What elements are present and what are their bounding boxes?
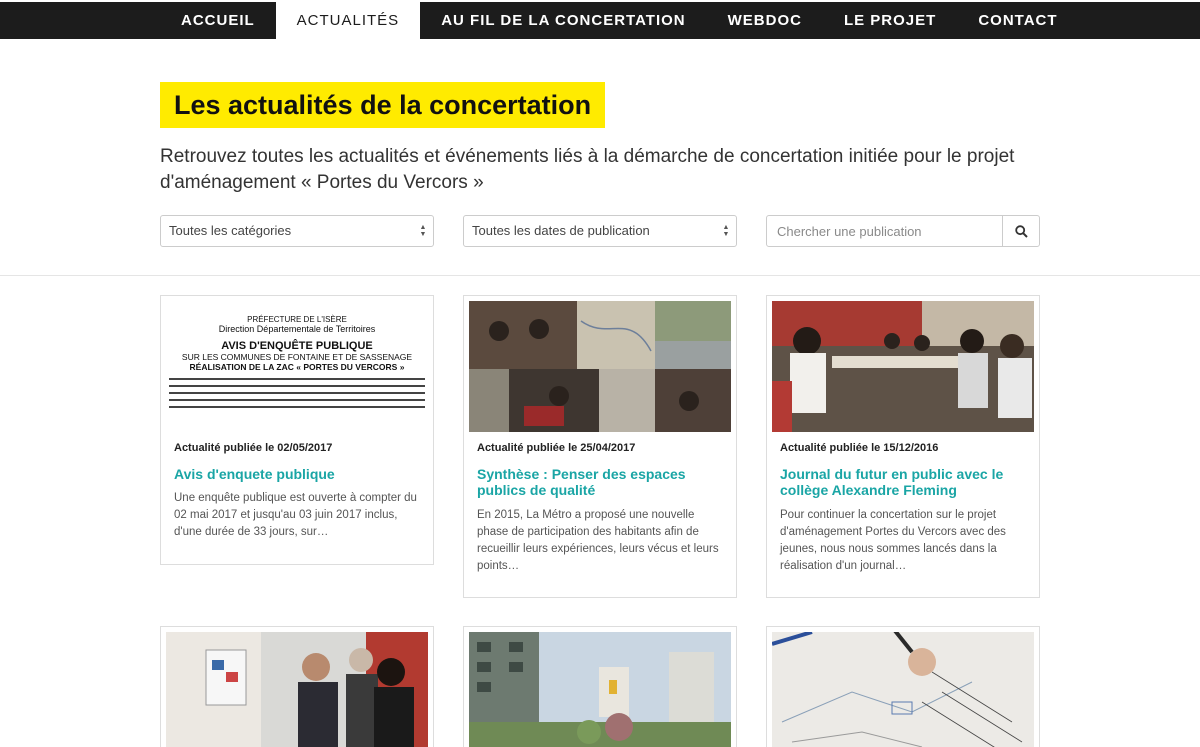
main-nav: ACCUEIL ACTUALITÉS AU FIL DE LA CONCERTA…	[0, 0, 1200, 39]
news-card[interactable]: PRÉFECTURE DE L'ISÈRE Direction Départem…	[160, 295, 434, 565]
notice-line: RÉALISATION DE LA ZAC « PORTES DU VERCOR…	[189, 362, 405, 372]
nav-item-actualites[interactable]: ACTUALITÉS	[275, 2, 421, 39]
news-card[interactable]: Actualité publiée le 15/12/2016 Journal …	[766, 295, 1040, 598]
nav-item-contact[interactable]: CONTACT	[957, 2, 1078, 39]
nav-item-au-fil-de-la-concertation[interactable]: AU FIL DE LA CONCERTATION	[420, 2, 706, 39]
news-card[interactable]	[463, 626, 737, 747]
card-image-buildings[interactable]	[469, 632, 731, 747]
photo-collage	[469, 301, 731, 432]
photo-classroom	[772, 301, 1034, 432]
notice-line: AVIS D'ENQUÊTE PUBLIQUE	[221, 340, 373, 352]
search-form	[766, 215, 1040, 247]
notice-fine-print	[169, 378, 425, 408]
news-card[interactable]	[766, 626, 1040, 747]
date-select[interactable]: Toutes les dates de publication ▲ ▼	[463, 215, 737, 247]
card-date: Actualité publiée le 25/04/2017	[477, 442, 636, 454]
news-card[interactable]	[160, 626, 434, 747]
card-date: Actualité publiée le 15/12/2016	[780, 442, 939, 454]
date-select-value: Toutes les dates de publication	[472, 223, 650, 238]
card-title-link[interactable]: Synthèse : Penser des espaces publics de…	[477, 466, 727, 498]
search-icon	[1014, 224, 1028, 238]
select-arrows-icon: ▲ ▼	[419, 224, 427, 238]
select-arrows-icon: ▲ ▼	[722, 224, 730, 238]
nav-items: ACCUEIL ACTUALITÉS AU FIL DE LA CONCERTA…	[160, 2, 1079, 39]
card-date: Actualité publiée le 02/05/2017	[174, 442, 333, 454]
category-select-value: Toutes les catégories	[169, 223, 292, 238]
card-image-notice[interactable]: PRÉFECTURE DE L'ISÈRE Direction Départem…	[166, 301, 428, 432]
card-image-classroom[interactable]	[772, 301, 1034, 432]
photo-sketch	[772, 632, 1034, 747]
category-select[interactable]: Toutes les catégories ▲ ▼	[160, 215, 434, 247]
photo-presentation	[166, 632, 428, 747]
search-button[interactable]	[1002, 216, 1039, 246]
card-image-sketch[interactable]	[772, 632, 1034, 747]
nav-item-webdoc[interactable]: WEBDOC	[707, 2, 823, 39]
nav-item-le-projet[interactable]: LE PROJET	[823, 2, 957, 39]
news-card[interactable]: Actualité publiée le 25/04/2017 Synthèse…	[463, 295, 737, 598]
card-title-link[interactable]: Journal du futur en public avec le collè…	[780, 466, 1030, 498]
notice-line: Direction Départementale de Territoires	[218, 324, 376, 334]
card-image-presentation[interactable]	[166, 632, 428, 747]
page-title: Les actualités de la concertation	[174, 89, 592, 120]
notice-line: SUR LES COMMUNES DE FONTAINE ET DE SASSE…	[181, 352, 413, 362]
search-input[interactable]	[767, 216, 1002, 246]
photo-buildings	[469, 632, 731, 747]
card-excerpt: Une enquête publique est ouverte à compt…	[174, 492, 417, 538]
card-image-collage[interactable]	[469, 301, 731, 432]
section-divider	[0, 275, 1200, 276]
page-intro: Retrouvez toutes les actualités et événe…	[160, 146, 1015, 193]
notice-line: PRÉFECTURE DE L'ISÈRE	[247, 315, 347, 324]
page-title-box: Les actualités de la concertation	[160, 82, 606, 128]
card-title-link[interactable]: Avis d'enquete publique	[174, 466, 424, 482]
card-excerpt: Pour continuer la concertation sur le pr…	[780, 509, 1006, 572]
nav-item-accueil[interactable]: ACCUEIL	[160, 2, 276, 39]
card-excerpt: En 2015, La Métro a proposé une nouvelle…	[477, 509, 719, 572]
